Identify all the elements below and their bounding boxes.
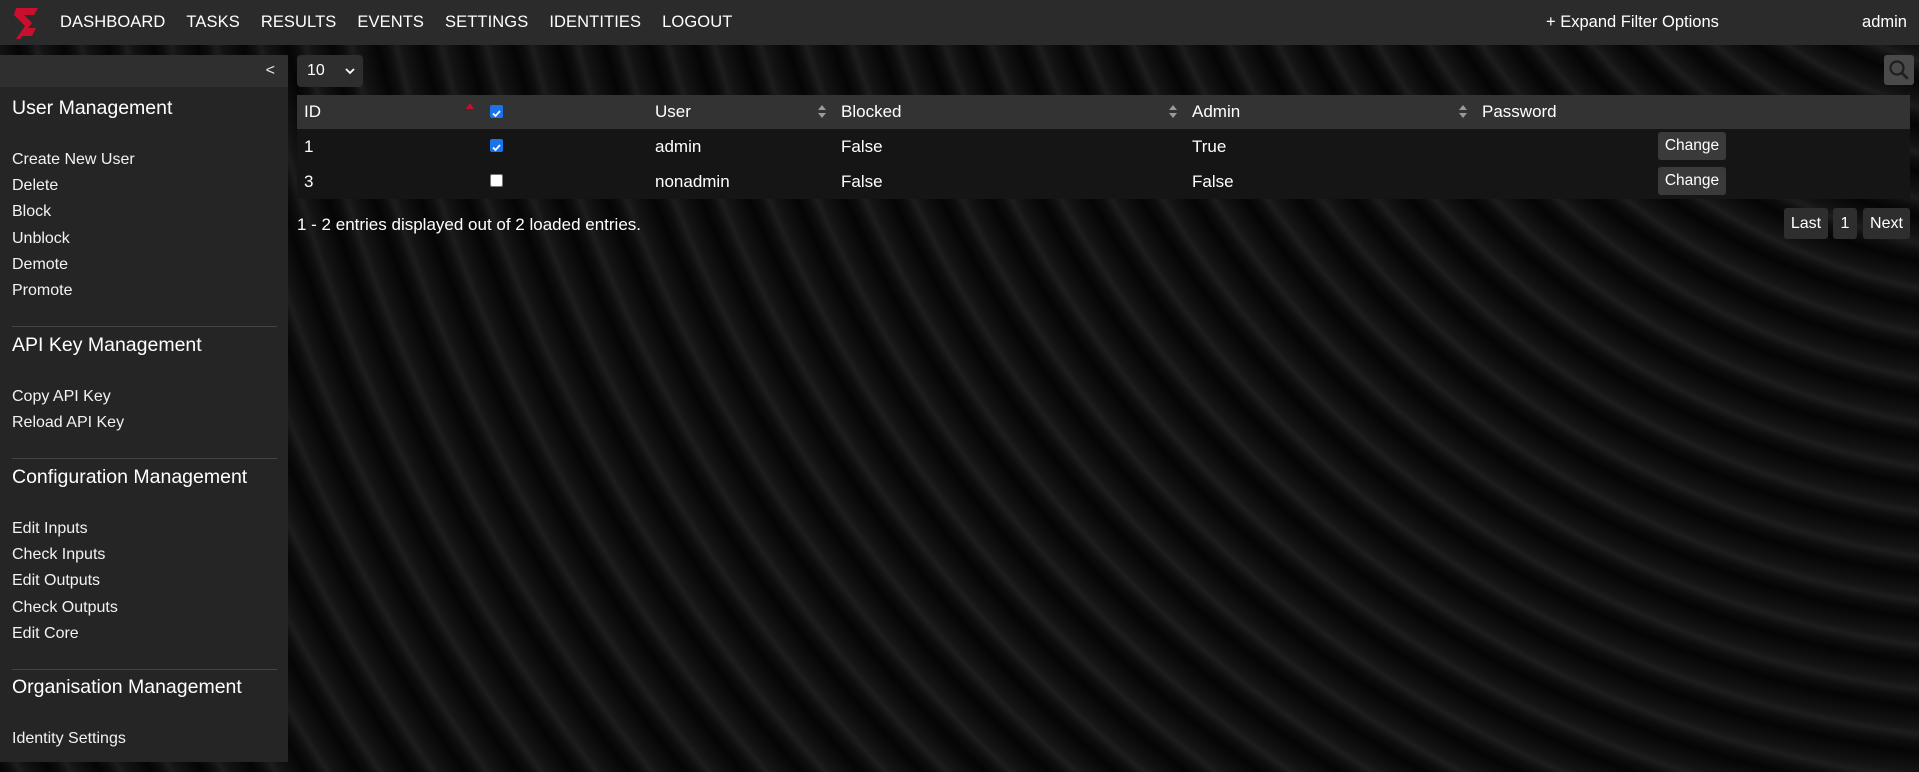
identity-settings-link[interactable]: Identity Settings xyxy=(12,730,126,748)
sidebar-divider xyxy=(12,669,277,670)
copy-api-key-link[interactable]: Copy API Key xyxy=(12,388,111,406)
cell-blocked: False xyxy=(841,136,883,156)
pager-next-button[interactable]: Next xyxy=(1863,208,1910,239)
main-nav: DASHBOARD TASKS RESULTS EVENTS SETTINGS … xyxy=(60,0,753,45)
section-title-configuration-management: Configuration Management xyxy=(12,466,248,488)
sidebar: < User Management Create New User Delete… xyxy=(0,55,288,762)
nav-identities[interactable]: IDENTITIES xyxy=(549,13,641,32)
cell-admin: True xyxy=(1192,136,1227,156)
current-user[interactable]: admin xyxy=(1862,13,1907,32)
row-checkbox[interactable] xyxy=(490,139,503,152)
column-header-blocked[interactable]: Blocked xyxy=(841,95,901,129)
column-header-password: Password xyxy=(1482,102,1557,121)
page-size-value: 10 xyxy=(307,62,325,79)
cell-admin: False xyxy=(1192,171,1234,191)
unblock-user-link[interactable]: Unblock xyxy=(12,230,70,248)
demote-user-link[interactable]: Demote xyxy=(12,256,68,274)
expand-filter-options-link[interactable]: + Expand Filter Options xyxy=(1546,13,1719,32)
sidebar-collapse-bar: < xyxy=(0,55,288,87)
edit-inputs-link[interactable]: Edit Inputs xyxy=(12,520,88,538)
edit-outputs-link[interactable]: Edit Outputs xyxy=(12,572,100,590)
table-row[interactable]: 3 nonadmin False False Change xyxy=(297,164,1910,199)
sort-both-icon xyxy=(1459,105,1467,118)
cell-user: admin xyxy=(655,136,702,156)
search-button[interactable] xyxy=(1884,55,1914,85)
cell-id: 3 xyxy=(304,171,314,191)
delete-user-link[interactable]: Delete xyxy=(12,177,58,195)
top-nav-bar: DASHBOARD TASKS RESULTS EVENTS SETTINGS … xyxy=(0,0,1919,45)
sidebar-divider xyxy=(12,326,277,327)
reload-api-key-link[interactable]: Reload API Key xyxy=(12,414,124,432)
sort-both-icon xyxy=(818,105,826,118)
column-header-user[interactable]: User xyxy=(655,95,691,129)
edit-core-link[interactable]: Edit Core xyxy=(12,625,79,643)
table-row[interactable]: 1 admin False True Change xyxy=(297,129,1910,164)
change-password-button[interactable]: Change xyxy=(1658,132,1726,160)
logo-icon[interactable] xyxy=(12,6,40,40)
users-table: ID User Blocked Admin Password 1 admin F… xyxy=(297,95,1910,199)
page-size-select[interactable]: 10 xyxy=(297,55,363,87)
section-title-organisation-management: Organisation Management xyxy=(12,676,242,698)
section-title-user-management: User Management xyxy=(12,97,173,119)
change-password-button[interactable]: Change xyxy=(1658,167,1726,195)
cell-blocked: False xyxy=(841,171,883,191)
select-all-checkbox[interactable] xyxy=(490,105,503,118)
check-inputs-link[interactable]: Check Inputs xyxy=(12,546,105,564)
sidebar-divider xyxy=(12,458,277,459)
check-icon xyxy=(492,144,501,152)
nav-logout[interactable]: LOGOUT xyxy=(662,13,732,32)
sort-ascending-icon xyxy=(466,103,474,109)
section-title-api-key-management: API Key Management xyxy=(12,334,202,356)
nav-dashboard[interactable]: DASHBOARD xyxy=(60,13,165,32)
sort-both-icon xyxy=(1169,105,1177,118)
row-checkbox[interactable] xyxy=(490,174,503,187)
pager-page-button[interactable]: 1 xyxy=(1833,208,1857,239)
nav-tasks[interactable]: TASKS xyxy=(186,13,239,32)
pager-last-button[interactable]: Last xyxy=(1784,208,1828,239)
cell-user: nonadmin xyxy=(655,171,730,191)
check-outputs-link[interactable]: Check Outputs xyxy=(12,599,118,617)
block-user-link[interactable]: Block xyxy=(12,203,51,221)
check-icon xyxy=(492,110,501,118)
search-icon xyxy=(1889,60,1909,80)
nav-results[interactable]: RESULTS xyxy=(261,13,337,32)
column-header-id[interactable]: ID xyxy=(304,95,321,129)
sidebar-collapse-button[interactable]: < xyxy=(266,62,275,80)
entries-info: 1 - 2 entries displayed out of 2 loaded … xyxy=(297,215,641,234)
nav-settings[interactable]: SETTINGS xyxy=(445,13,528,32)
chevron-down-icon xyxy=(345,68,355,75)
create-new-user-link[interactable]: Create New User xyxy=(12,151,135,169)
nav-events[interactable]: EVENTS xyxy=(357,13,424,32)
promote-user-link[interactable]: Promote xyxy=(12,282,72,300)
cell-id: 1 xyxy=(304,136,314,156)
table-header-row: ID User Blocked Admin Password xyxy=(297,95,1910,129)
column-header-admin[interactable]: Admin xyxy=(1192,95,1240,129)
